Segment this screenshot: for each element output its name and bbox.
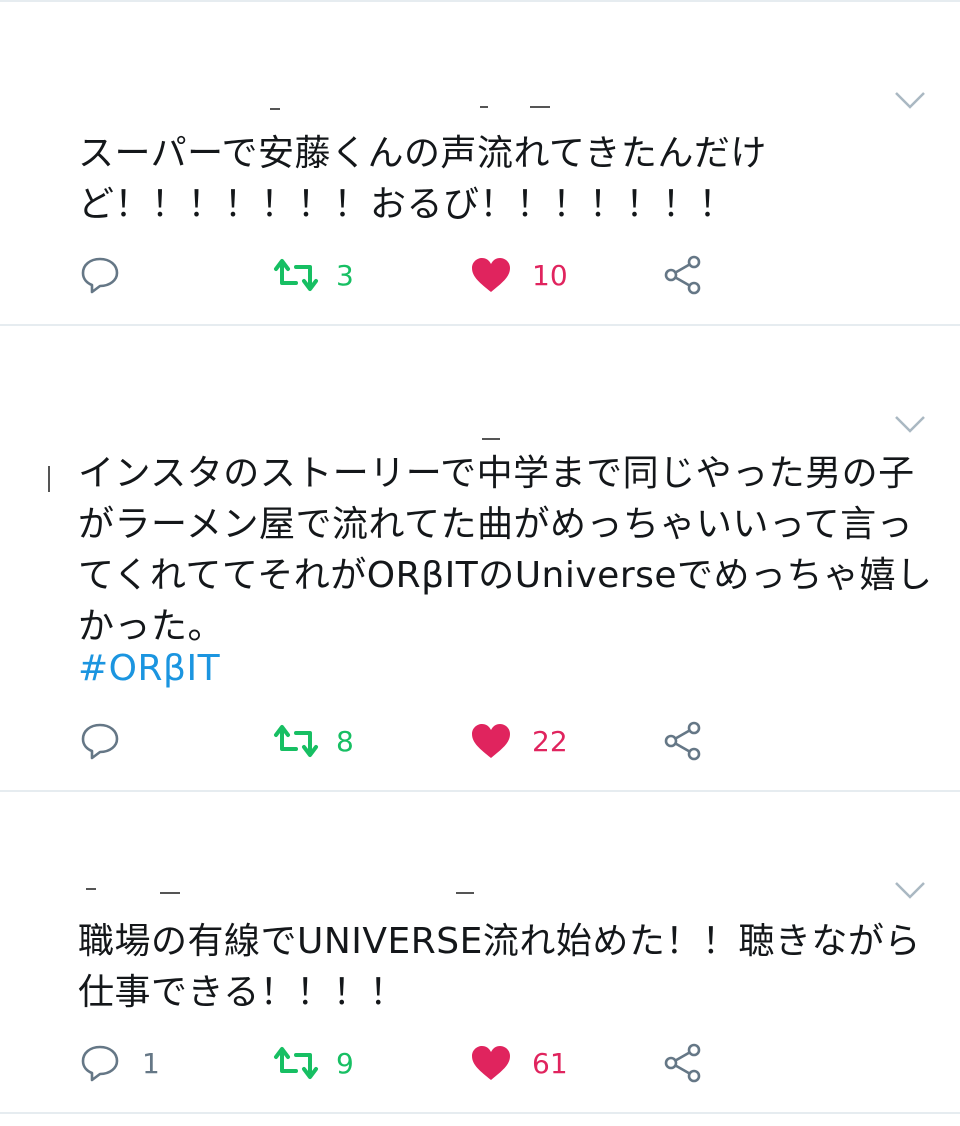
- heart-icon: [470, 1044, 512, 1082]
- like-count: 22: [532, 724, 568, 758]
- tweet-text: 職場の有線でUNIVERSE流れ始めた！！聴きながら仕事できる！！！！: [78, 921, 921, 1013]
- divider: [0, 0, 960, 2]
- chevron-down-icon[interactable]: [894, 414, 926, 434]
- share-button[interactable]: [662, 1040, 704, 1086]
- retweet-count: 9: [336, 1046, 354, 1080]
- like-count: 61: [532, 1046, 568, 1080]
- tweet-text: インスタのストーリーで中学まで同じやった男の子がラーメン屋で流れてた曲がめっちゃ…: [78, 453, 933, 647]
- reply-count: 1: [142, 1046, 160, 1080]
- tweet-3[interactable]: 職場の有線でUNIVERSE流れ始めた！！聴きながら仕事できる！！！！ 1 9 …: [0, 792, 960, 1122]
- share-icon: [662, 254, 704, 296]
- decorative-mark: [48, 466, 50, 492]
- share-button[interactable]: [662, 718, 704, 764]
- retweet-icon: [272, 723, 320, 759]
- reply-button[interactable]: 1: [80, 1040, 160, 1086]
- share-button[interactable]: [662, 252, 704, 298]
- decorative-mark: [270, 108, 280, 110]
- like-count: 10: [532, 258, 568, 292]
- heart-icon: [470, 256, 512, 294]
- retweet-button[interactable]: 9: [272, 1040, 354, 1086]
- retweet-button[interactable]: 8: [272, 718, 354, 764]
- decorative-mark: [480, 106, 488, 108]
- tweet-2[interactable]: インスタのストーリーで中学まで同じやった男の子がラーメン屋で流れてた曲がめっちゃ…: [0, 326, 960, 792]
- divider: [0, 1112, 960, 1114]
- share-icon: [662, 720, 704, 762]
- heart-icon: [470, 722, 512, 760]
- decorative-mark: [160, 892, 180, 894]
- tweet-1[interactable]: スーパーで安藤くんの声流れてきたんだけど！！！！！！！おるび！！！！！！！ 3 …: [0, 0, 960, 326]
- tweet-actions: 8 22: [0, 718, 960, 764]
- decorative-mark: [530, 106, 550, 108]
- reply-icon: [80, 255, 120, 295]
- retweet-icon: [272, 1045, 320, 1081]
- tweet-actions: 1 9 61: [0, 1040, 960, 1086]
- decorative-mark: [482, 438, 500, 440]
- reply-button[interactable]: [80, 252, 142, 298]
- tweet-feed: スーパーで安藤くんの声流れてきたんだけど！！！！！！！おるび！！！！！！！ 3 …: [0, 0, 960, 1126]
- chevron-down-icon[interactable]: [894, 90, 926, 110]
- retweet-count: 8: [336, 724, 354, 758]
- like-button[interactable]: 22: [470, 718, 568, 764]
- decorative-mark: [86, 888, 96, 890]
- retweet-icon: [272, 257, 320, 293]
- decorative-mark: [456, 892, 474, 894]
- reply-icon: [80, 1043, 120, 1083]
- hashtag-link[interactable]: #ORβIT: [78, 643, 938, 694]
- reply-icon: [80, 721, 120, 761]
- retweet-button[interactable]: 3: [272, 252, 354, 298]
- tweet-text: スーパーで安藤くんの声流れてきたんだけど！！！！！！！おるび！！！！！！！: [78, 133, 767, 225]
- retweet-count: 3: [336, 258, 354, 292]
- chevron-down-icon[interactable]: [894, 880, 926, 900]
- like-button[interactable]: 61: [470, 1040, 568, 1086]
- share-icon: [662, 1042, 704, 1084]
- like-button[interactable]: 10: [470, 252, 568, 298]
- reply-button[interactable]: [80, 718, 142, 764]
- tweet-actions: 3 10: [0, 252, 960, 298]
